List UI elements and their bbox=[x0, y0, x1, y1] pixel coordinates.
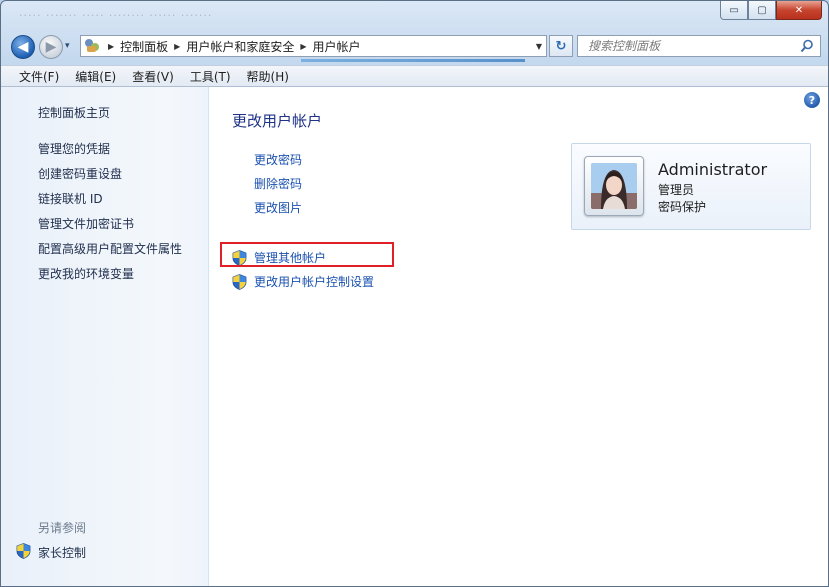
sidebar-item-password-reset-disk[interactable]: 创建密码重设盘 bbox=[38, 165, 122, 182]
task-pane: 控制面板主页 管理您的凭据 创建密码重设盘 链接联机 ID 管理文件加密证书 配… bbox=[1, 87, 209, 586]
forward-button[interactable]: ▶ bbox=[39, 35, 63, 59]
page-title: 更改用户帐户 bbox=[232, 112, 323, 130]
window: ····· ······· ····· ········ ······ ····… bbox=[0, 0, 829, 587]
avatar bbox=[584, 156, 644, 216]
remove-password-link[interactable]: 删除密码 bbox=[254, 175, 302, 192]
search-input[interactable] bbox=[586, 38, 800, 54]
user-account-tile: Administrator 管理员 密码保护 bbox=[571, 143, 811, 230]
see-also-heading: 另请参阅 bbox=[38, 521, 87, 535]
uac-settings-link[interactable]: 更改用户帐户控制设置 bbox=[232, 273, 374, 290]
recent-pages-dropdown[interactable]: ▾ bbox=[65, 41, 70, 51]
menu-edit[interactable]: 编辑(E) bbox=[67, 68, 124, 85]
breadcrumb-separator-icon[interactable]: ▶ bbox=[300, 42, 306, 51]
minimize-button[interactable]: ▭ bbox=[720, 1, 748, 20]
sidebar-item-file-encryption-certs[interactable]: 管理文件加密证书 bbox=[38, 215, 134, 232]
breadcrumb-separator-icon[interactable]: ▶ bbox=[174, 42, 180, 51]
menu-bar: 文件(F) 编辑(E) 查看(V) 工具(T) 帮助(H) bbox=[1, 65, 828, 87]
maximize-button[interactable]: ▢ bbox=[748, 1, 776, 20]
user-name: Administrator bbox=[658, 160, 768, 179]
breadcrumb-control-panel[interactable]: 控制面板 bbox=[120, 38, 168, 55]
sidebar-item-control-panel-home[interactable]: 控制面板主页 bbox=[38, 104, 110, 121]
search-box[interactable] bbox=[577, 35, 821, 57]
uac-shield-icon bbox=[16, 543, 31, 559]
password-status: 密码保护 bbox=[658, 200, 707, 214]
breadcrumb-user-accounts[interactable]: 用户帐户 bbox=[313, 38, 361, 55]
menu-help[interactable]: 帮助(H) bbox=[239, 68, 297, 85]
sidebar-item-manage-credentials[interactable]: 管理您的凭据 bbox=[38, 140, 110, 157]
avatar-picture bbox=[591, 163, 637, 209]
control-panel-icon bbox=[84, 38, 102, 54]
menu-view[interactable]: 查看(V) bbox=[124, 68, 182, 85]
content-area: 控制面板主页 管理您的凭据 创建密码重设盘 链接联机 ID 管理文件加密证书 配… bbox=[1, 87, 828, 586]
change-password-link[interactable]: 更改密码 bbox=[254, 151, 302, 168]
window-title: ····· ······· ····· ········ ······ ····… bbox=[19, 9, 213, 22]
sidebar-item-advanced-profile[interactable]: 配置高级用户配置文件属性 bbox=[38, 240, 182, 257]
highlight-box bbox=[220, 242, 394, 267]
help-icon[interactable]: ? bbox=[804, 92, 820, 108]
search-icon[interactable] bbox=[800, 39, 814, 53]
address-dropdown-icon[interactable]: ▼ bbox=[536, 42, 542, 51]
refresh-button[interactable]: ↻ bbox=[549, 35, 573, 57]
breadcrumb-user-accounts-family[interactable]: 用户帐户和家庭安全 bbox=[186, 38, 294, 55]
uac-settings-label[interactable]: 更改用户帐户控制设置 bbox=[254, 273, 374, 290]
sidebar-item-environment-variables[interactable]: 更改我的环境变量 bbox=[38, 265, 134, 282]
sidebar-item-link-online-id[interactable]: 链接联机 ID bbox=[38, 190, 103, 207]
user-role: 管理员 bbox=[658, 183, 695, 197]
sidebar-item-parental-controls[interactable]: 家长控制 bbox=[38, 544, 86, 561]
close-button[interactable]: ✕ bbox=[776, 1, 822, 20]
address-bar[interactable]: ▶ 控制面板 ▶ 用户帐户和家庭安全 ▶ 用户帐户 ▼ bbox=[80, 35, 547, 57]
title-bar[interactable]: ····· ······· ····· ········ ······ ····… bbox=[1, 1, 828, 31]
caption-buttons: ▭ ▢ ✕ bbox=[720, 1, 822, 20]
menu-tools[interactable]: 工具(T) bbox=[182, 68, 239, 85]
breadcrumb-separator-icon[interactable]: ▶ bbox=[108, 42, 114, 51]
uac-shield-icon bbox=[232, 273, 247, 290]
change-picture-link[interactable]: 更改图片 bbox=[254, 199, 302, 216]
menu-file[interactable]: 文件(F) bbox=[1, 68, 67, 85]
user-photo-icon bbox=[591, 163, 637, 209]
address-progress-bar bbox=[301, 59, 525, 62]
back-button[interactable]: ◀ bbox=[11, 35, 35, 59]
